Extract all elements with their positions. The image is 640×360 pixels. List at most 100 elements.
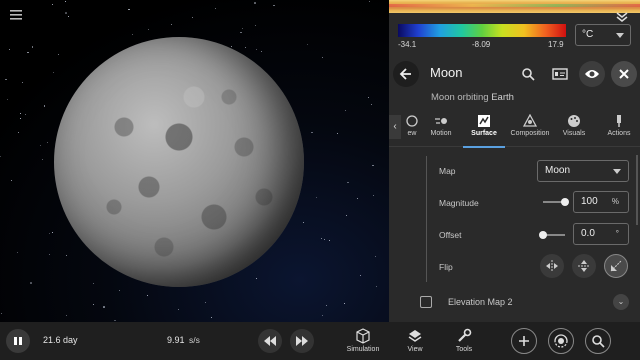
star bbox=[147, 28, 149, 30]
tab-surface[interactable]: Surface bbox=[463, 109, 505, 148]
rewind-button[interactable] bbox=[258, 329, 282, 353]
star bbox=[324, 239, 325, 240]
star bbox=[368, 0, 370, 2]
star bbox=[11, 180, 13, 182]
tab-composition[interactable]: Composition bbox=[508, 109, 552, 147]
star bbox=[316, 196, 317, 198]
star bbox=[20, 118, 21, 119]
tab-visuals[interactable]: Visuals bbox=[559, 109, 589, 147]
star bbox=[29, 281, 32, 284]
star bbox=[320, 237, 322, 239]
section-guide-line bbox=[426, 156, 427, 282]
arrow-left-icon bbox=[399, 68, 411, 80]
star bbox=[231, 45, 232, 47]
star bbox=[27, 51, 29, 54]
star bbox=[344, 110, 346, 112]
star bbox=[93, 303, 95, 305]
search-icon bbox=[522, 68, 535, 81]
actions-icon bbox=[617, 115, 621, 127]
star bbox=[255, 49, 257, 51]
magnitude-field[interactable]: 100 % bbox=[573, 191, 629, 213]
collapse-panel-icon[interactable] bbox=[614, 11, 630, 23]
star bbox=[273, 4, 275, 7]
star bbox=[253, 2, 256, 5]
moon-globe[interactable] bbox=[54, 37, 304, 287]
pause-button[interactable] bbox=[6, 329, 30, 353]
tab-composition-label: Composition bbox=[510, 130, 550, 137]
layers-icon bbox=[408, 330, 422, 342]
star bbox=[240, 31, 242, 34]
magnitude-slider-thumb[interactable] bbox=[561, 198, 569, 206]
wrench-icon bbox=[458, 328, 472, 342]
offset-field[interactable]: 0.0 ° bbox=[573, 223, 629, 245]
tools-menu[interactable]: Tools bbox=[442, 327, 486, 359]
star bbox=[16, 251, 18, 253]
orbit-reset-icon bbox=[554, 334, 568, 348]
elevation-map-label: Elevation Map 2 bbox=[448, 297, 513, 307]
tab-scroll-left-button[interactable]: ‹ bbox=[389, 115, 401, 139]
star bbox=[170, 24, 172, 26]
map-select[interactable]: Moon bbox=[537, 160, 629, 182]
flip-vertical-button[interactable] bbox=[572, 254, 596, 278]
panel-scrollbar[interactable] bbox=[636, 155, 638, 225]
close-button[interactable] bbox=[611, 61, 637, 87]
star bbox=[18, 131, 20, 133]
hamburger-icon[interactable] bbox=[9, 8, 23, 22]
star bbox=[245, 46, 247, 48]
star bbox=[255, 24, 256, 26]
star bbox=[256, 278, 258, 280]
star bbox=[52, 71, 54, 73]
star bbox=[66, 315, 67, 317]
star bbox=[92, 282, 94, 284]
star bbox=[191, 16, 193, 18]
fast-forward-button[interactable] bbox=[290, 329, 314, 353]
tab-actions[interactable]: Actions bbox=[602, 109, 636, 147]
view-menu[interactable]: View bbox=[393, 327, 437, 359]
rewind-icon bbox=[264, 336, 276, 346]
elevation-map-checkbox[interactable] bbox=[420, 296, 432, 308]
flip-horizontal-button[interactable] bbox=[540, 254, 564, 278]
add-object-button[interactable] bbox=[511, 328, 537, 354]
search-object-button[interactable] bbox=[585, 328, 611, 354]
star bbox=[19, 112, 21, 114]
star bbox=[51, 231, 53, 233]
visibility-toggle[interactable] bbox=[579, 61, 605, 87]
star bbox=[322, 57, 324, 58]
star bbox=[357, 198, 358, 200]
reset-view-button[interactable] bbox=[548, 328, 574, 354]
globe-icon bbox=[406, 115, 418, 127]
star bbox=[7, 99, 9, 101]
back-button[interactable] bbox=[393, 61, 419, 87]
star bbox=[345, 215, 347, 216]
star bbox=[344, 303, 345, 305]
star bbox=[346, 181, 349, 184]
info-card-button[interactable] bbox=[547, 61, 573, 87]
flip-diagonal-button[interactable] bbox=[604, 254, 628, 278]
time-rate-unit: s/s bbox=[189, 335, 200, 345]
star bbox=[260, 50, 262, 52]
chevron-down-icon bbox=[613, 169, 621, 174]
unit-select[interactable]: °C bbox=[575, 24, 631, 46]
simulation-menu[interactable]: Simulation bbox=[341, 327, 385, 359]
tab-view-label: ew bbox=[407, 130, 417, 137]
chevron-down-icon bbox=[616, 33, 624, 38]
offset-label: Offset bbox=[439, 230, 462, 240]
tab-view[interactable]: ew bbox=[399, 109, 425, 147]
tab-surface-label: Surface bbox=[471, 130, 497, 137]
fast-forward-icon bbox=[296, 336, 308, 346]
view-label: View bbox=[407, 346, 423, 353]
star bbox=[373, 194, 374, 196]
star bbox=[370, 103, 372, 105]
time-rate-value: 9.91 bbox=[167, 335, 185, 345]
star bbox=[43, 105, 46, 107]
tab-motion[interactable]: Motion bbox=[426, 109, 456, 147]
parent-link[interactable]: Earth bbox=[491, 92, 514, 103]
star bbox=[41, 158, 43, 160]
star bbox=[0, 155, 1, 157]
offset-slider-thumb[interactable] bbox=[539, 231, 547, 239]
elevation-expand-button[interactable]: ⌄ bbox=[613, 294, 629, 310]
search-button[interactable] bbox=[515, 61, 541, 87]
id-card-icon bbox=[552, 68, 568, 80]
star bbox=[64, 0, 66, 2]
colorbar-max: 17.9 bbox=[548, 40, 564, 49]
